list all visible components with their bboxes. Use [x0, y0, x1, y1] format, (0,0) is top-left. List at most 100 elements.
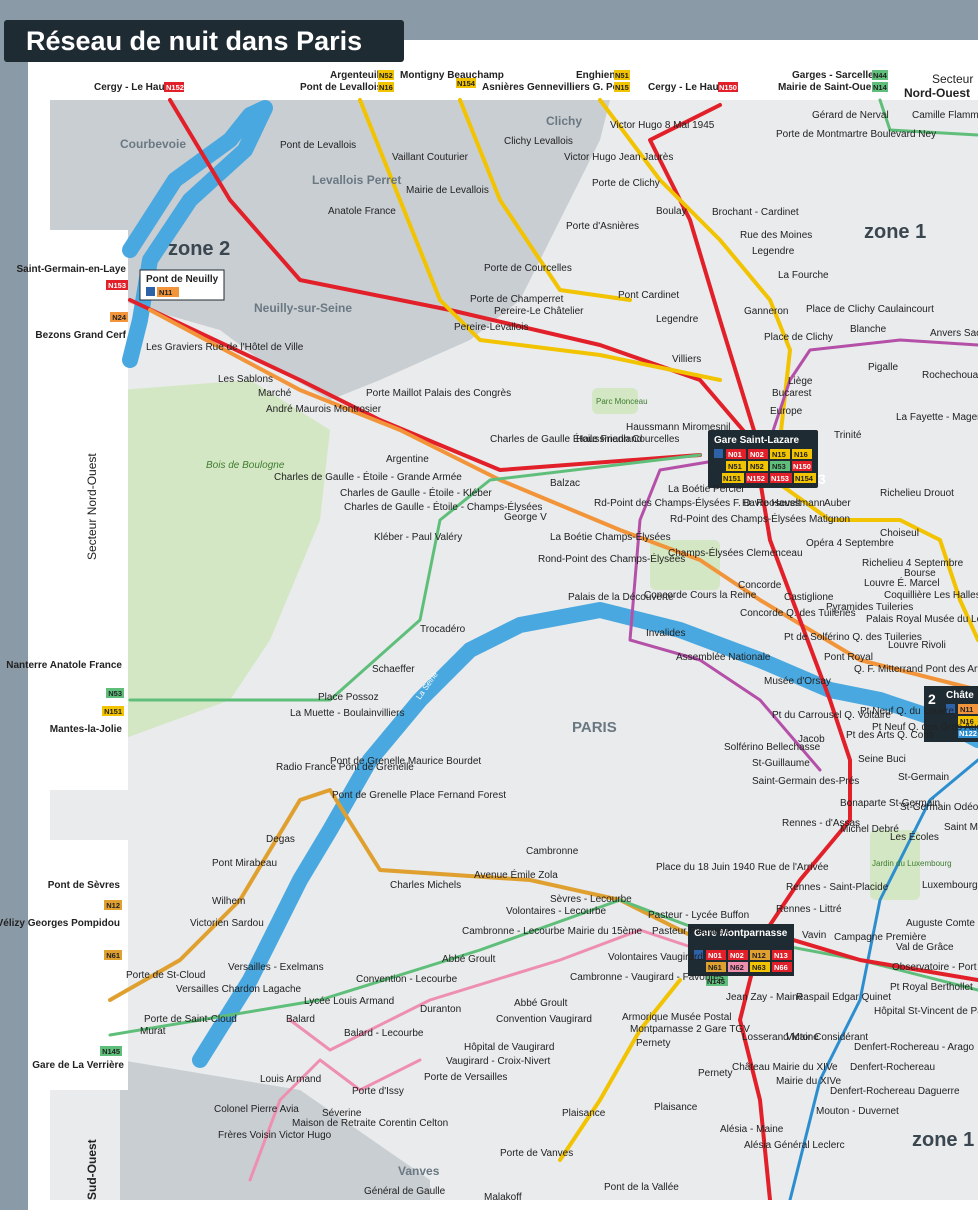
terminal-pont-levallois[interactable]: Pont de Levallois: [300, 82, 383, 93]
station[interactable]: Convention Vaugirard: [496, 1014, 592, 1025]
station[interactable]: Rond-Point des Champs-Élysées: [538, 552, 685, 565]
station[interactable]: Abbé Groult: [514, 998, 568, 1009]
station[interactable]: Degas: [266, 834, 295, 845]
station[interactable]: Pont de Grenelle Maurice Bourdet: [330, 756, 481, 767]
station[interactable]: Frères Voisin Victor Hugo: [218, 1130, 332, 1141]
terminal-nanterre[interactable]: Nanterre Anatole France: [6, 660, 122, 671]
station[interactable]: Boulay: [656, 206, 687, 217]
station[interactable]: Musée d'Orsay: [764, 676, 831, 687]
station[interactable]: Général de Gaulle: [364, 1186, 446, 1197]
station[interactable]: Versailles Chardon Lagache: [176, 984, 302, 995]
station[interactable]: Balard - Lecourbe: [344, 1028, 424, 1039]
station[interactable]: Denfert-Rochereau - Arago: [854, 1042, 975, 1053]
station[interactable]: Abbé Groult: [442, 954, 496, 965]
station[interactable]: Jean Zay - Maine: [726, 992, 804, 1003]
station[interactable]: Pt du Carrousel Q. Voltaire: [772, 710, 891, 721]
station[interactable]: Losserand Maine: [742, 1032, 819, 1043]
station[interactable]: Rennes - Saint-Placide: [786, 882, 889, 893]
station[interactable]: Liège: [788, 376, 813, 387]
station[interactable]: Charles de Gaulle - Étoile - Grande Armé…: [274, 470, 462, 483]
station[interactable]: Pereire-Levallois: [454, 322, 528, 333]
station[interactable]: Alésia - Maine: [720, 1124, 784, 1135]
station[interactable]: Argentine: [386, 454, 429, 465]
terminal-saint-germain[interactable]: Saint-Germain-en-Laye: [17, 264, 127, 275]
station[interactable]: Avenue Émile Zola: [474, 868, 558, 881]
station[interactable]: Hôpital St-Vincent de Paul: [874, 1006, 978, 1017]
station[interactable]: Château Mairie du XIVe: [732, 1062, 838, 1073]
station[interactable]: Rochechouart Martyrs: [922, 370, 978, 381]
station[interactable]: Les Sablons: [218, 374, 273, 385]
station[interactable]: La Muette - Boulainvilliers: [290, 708, 405, 719]
hub-saint-lazare[interactable]: Gare Saint-Lazare N01 N02 N15 N16 N51 N5…: [708, 430, 826, 488]
hub-pont-neuilly[interactable]: Pont de Neuilly N11: [139, 269, 225, 301]
station[interactable]: George V: [504, 512, 547, 523]
station[interactable]: Pernety: [698, 1068, 732, 1079]
terminal-pont-sevres[interactable]: Pont de Sèvres: [48, 880, 121, 891]
station[interactable]: Porte d'Issy: [352, 1086, 404, 1097]
station[interactable]: Wilhem: [212, 896, 245, 907]
station[interactable]: Les Graviers Rue de l'Hôtel de Ville: [146, 342, 304, 353]
station[interactable]: Opéra 4 Septembre: [806, 538, 894, 549]
station[interactable]: Pasteur Falguière: [652, 926, 731, 937]
station[interactable]: Porte de Montmartre Boulevard Ney: [776, 129, 936, 140]
station[interactable]: Porte de Saint-Cloud: [144, 1014, 237, 1025]
station[interactable]: Lycée Louis Armand: [304, 996, 394, 1007]
station[interactable]: Pigalle: [868, 362, 898, 373]
station[interactable]: Cambronne - Vaugirard - Favorites: [570, 972, 724, 983]
station[interactable]: Pt Royal Berthollet: [890, 982, 973, 993]
station[interactable]: André Maurois Montrosier: [266, 404, 382, 415]
station[interactable]: Luxembourg: [922, 880, 978, 891]
station[interactable]: Louvre Rivoli: [888, 640, 946, 651]
station[interactable]: Maison de Retraite Corentin Celton: [292, 1118, 448, 1129]
station[interactable]: Clichy Levallois: [504, 136, 573, 147]
station[interactable]: Saint Michel: [944, 822, 978, 833]
station[interactable]: Marché: [258, 388, 292, 399]
station[interactable]: Rd-Point des Champs-Élysées Matignon: [670, 512, 850, 525]
station[interactable]: Kléber - Paul Valéry: [374, 532, 462, 543]
terminal-saint-ouen[interactable]: Mairie de Saint-Ouen: [778, 82, 877, 93]
station[interactable]: Val de Grâce: [896, 942, 954, 953]
station[interactable]: Ganneron: [744, 306, 788, 317]
terminal-bezons[interactable]: Bezons Grand Cerf: [35, 330, 126, 341]
station[interactable]: Victor Hugo Jean Jaurès: [564, 152, 673, 163]
station[interactable]: Porte de Clichy: [592, 178, 660, 189]
station[interactable]: Camille Flammarion: [912, 110, 978, 121]
station[interactable]: Haussmann Miromesnil: [626, 422, 730, 433]
station[interactable]: Vaillant Couturier: [392, 152, 469, 163]
station[interactable]: Richelieu Drouot: [880, 488, 954, 499]
station[interactable]: Porte de Versailles: [424, 1072, 507, 1083]
station[interactable]: Champs-Élysées Clemenceau: [668, 546, 803, 559]
station[interactable]: Alésia Général Leclerc: [744, 1140, 845, 1151]
station[interactable]: Montparnasse 2 Gare TGV: [630, 1024, 750, 1035]
station[interactable]: St-Germain: [898, 772, 949, 783]
station[interactable]: Pyramides Tuileries: [826, 602, 913, 613]
station[interactable]: Pasteur - Lycée Buffon: [648, 910, 749, 921]
station[interactable]: Auguste Comte: [906, 918, 975, 929]
station[interactable]: Volontaires - Lecourbe: [506, 906, 607, 917]
station[interactable]: Haussmann Courcelles: [576, 434, 679, 445]
station[interactable]: Choiseul: [880, 528, 919, 539]
terminal-enghien[interactable]: Enghien: [576, 70, 615, 81]
station[interactable]: Versailles - Exelmans: [228, 962, 324, 973]
station[interactable]: Plaisance: [562, 1108, 606, 1119]
station[interactable]: Coquillière Les Halles: [884, 590, 978, 601]
station[interactable]: Plaisance: [654, 1102, 698, 1113]
terminal-montigny[interactable]: Montigny Beauchamp: [400, 70, 504, 81]
station[interactable]: Pernety: [636, 1038, 670, 1049]
station[interactable]: Seine Buci: [858, 754, 906, 765]
station[interactable]: La Boétie Champs-Élysées: [550, 530, 671, 543]
station[interactable]: Vaugirard - Croix-Nivert: [446, 1056, 551, 1067]
station[interactable]: Rennes - Littré: [776, 904, 842, 915]
station[interactable]: Louvre É. Marcel: [864, 576, 940, 589]
station[interactable]: Malakoff: [484, 1192, 522, 1200]
station[interactable]: Q. F. Mitterrand Pont des Arts: [854, 664, 978, 675]
station[interactable]: Armorique Musée Postal: [622, 1012, 732, 1023]
terminal-cergy-n150[interactable]: Cergy - Le Haut: [648, 82, 723, 93]
station[interactable]: Porte de Vanves: [500, 1148, 573, 1159]
terminal-mantes[interactable]: Mantes-la-Jolie: [50, 724, 123, 735]
station[interactable]: Blanche: [850, 324, 887, 335]
station[interactable]: Pont Royal: [824, 652, 873, 663]
station[interactable]: Mairie de Levallois: [406, 185, 489, 196]
station[interactable]: Charles de Gaulle - Étoile - Kléber: [340, 486, 492, 499]
terminal-cergy-n152[interactable]: Cergy - Le Haut: [94, 82, 169, 93]
